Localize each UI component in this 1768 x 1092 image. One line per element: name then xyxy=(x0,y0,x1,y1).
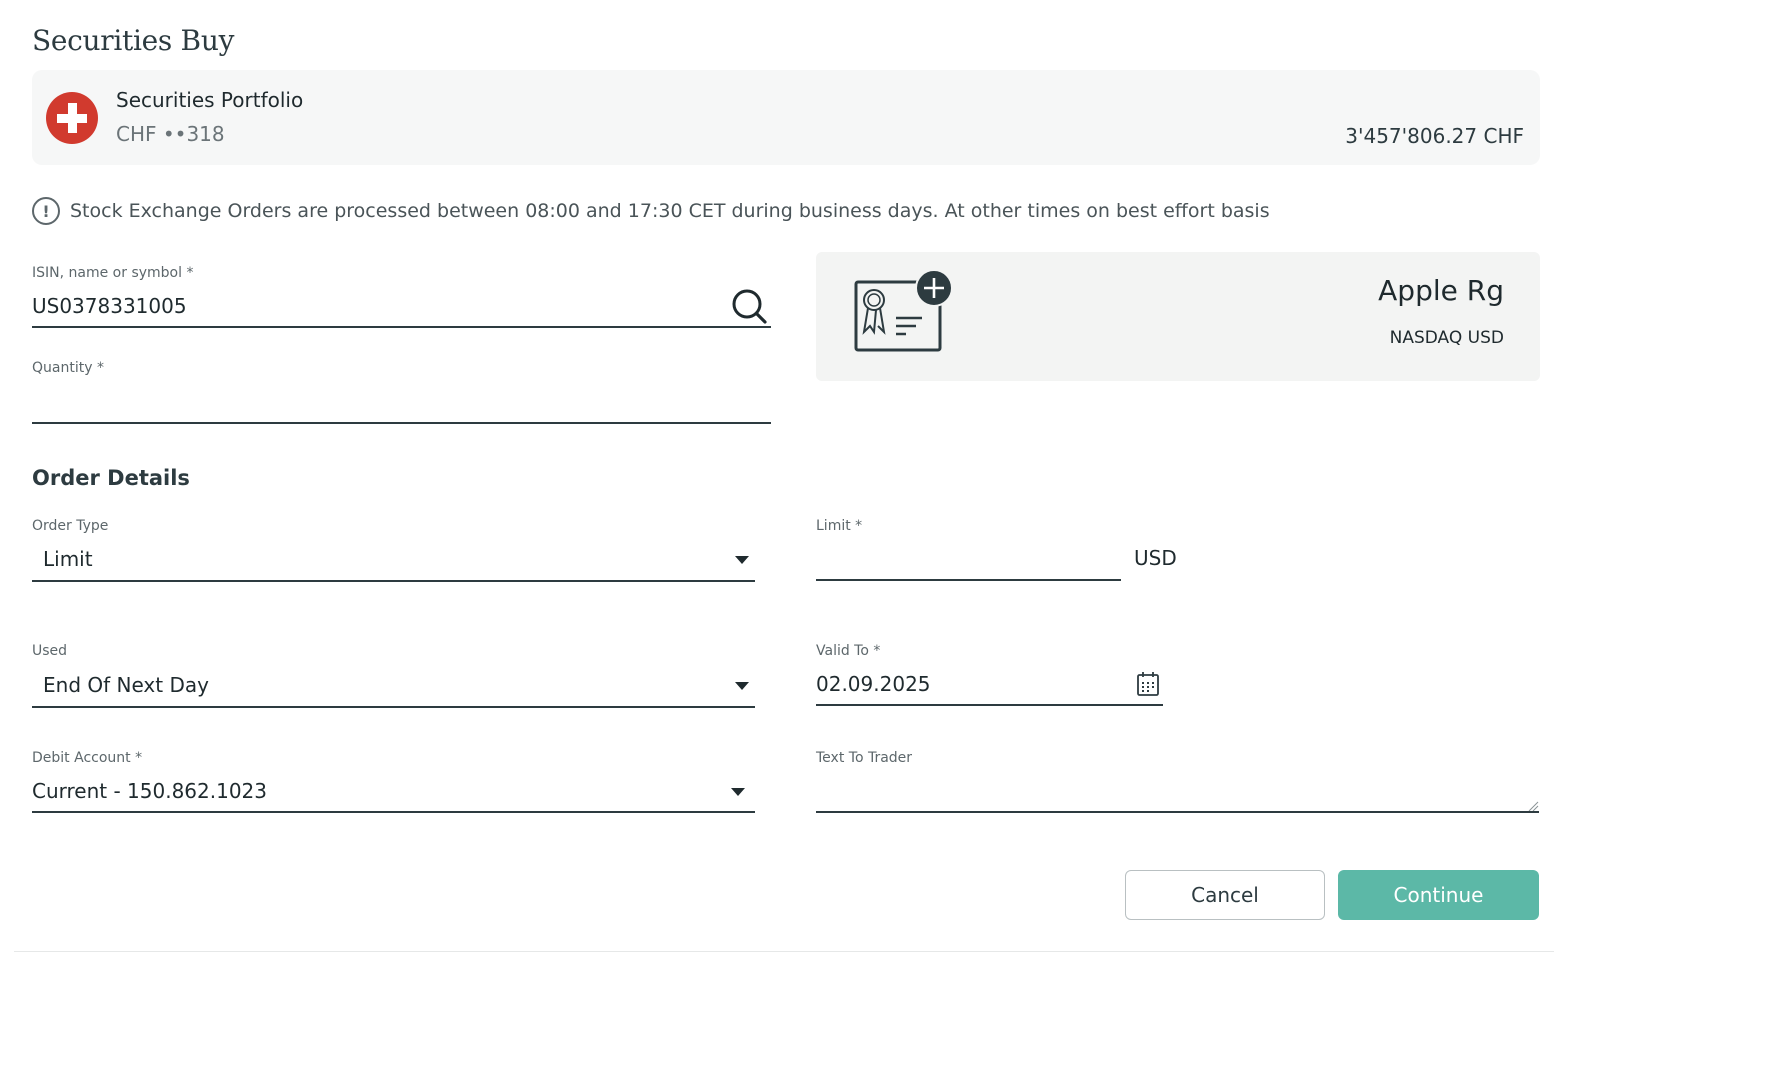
debit-account-label: Debit Account * xyxy=(32,750,142,766)
quantity-label: Quantity * xyxy=(32,360,104,376)
portfolio-name: Securities Portfolio xyxy=(116,88,304,112)
order-type-select[interactable]: Limit xyxy=(43,547,93,571)
used-label: Used xyxy=(32,643,68,659)
portfolio-balance: 3'457'806.27 CHF xyxy=(1345,124,1524,148)
used-underline xyxy=(32,706,755,708)
order-type-underline xyxy=(32,580,755,582)
portfolio-panel[interactable]: Securities Portfolio CHF ••318 3'457'806… xyxy=(32,70,1540,165)
text-to-trader-label: Text To Trader xyxy=(816,750,913,766)
limit-input[interactable] xyxy=(816,546,1120,576)
page-title: Securities Buy xyxy=(32,24,235,57)
search-icon[interactable] xyxy=(730,287,768,325)
instrument-name: Apple Rg xyxy=(1378,274,1504,307)
text-to-trader-textarea[interactable] xyxy=(816,776,1536,808)
isin-label: ISIN, name or symbol * xyxy=(32,265,193,281)
limit-underline xyxy=(816,579,1121,581)
required-mark: * xyxy=(855,518,863,534)
valid-to-label: Valid To * xyxy=(816,643,880,659)
debit-account-label-text: Debit Account xyxy=(32,750,131,766)
used-select[interactable]: End Of Next Day xyxy=(43,673,209,697)
quantity-label-text: Quantity xyxy=(32,360,93,376)
portfolio-account: CHF ••318 xyxy=(116,122,225,146)
quantity-input[interactable] xyxy=(32,386,771,418)
limit-label: Limit * xyxy=(816,518,862,534)
quantity-underline xyxy=(32,422,771,424)
valid-to-underline xyxy=(816,704,1163,706)
calendar-icon[interactable] xyxy=(1136,671,1160,697)
order-details-title: Order Details xyxy=(32,466,190,490)
isin-input[interactable]: US0378331005 xyxy=(32,294,187,318)
continue-button[interactable]: Continue xyxy=(1338,870,1539,920)
required-mark: * xyxy=(135,750,143,766)
limit-currency: USD xyxy=(1134,546,1177,570)
required-mark: * xyxy=(96,360,104,376)
cancel-button[interactable]: Cancel xyxy=(1125,870,1325,920)
instrument-card: Apple Rg NASDAQ USD xyxy=(816,252,1540,381)
chevron-down-icon[interactable] xyxy=(735,556,749,564)
valid-to-label-text: Valid To xyxy=(816,643,869,659)
order-type-label: Order Type xyxy=(32,518,109,534)
isin-label-text: ISIN, name or symbol xyxy=(32,265,183,281)
required-mark: * xyxy=(186,265,194,281)
text-to-trader-underline xyxy=(816,811,1539,813)
swiss-flag-icon xyxy=(46,92,98,144)
exclamation-circle-icon: ! xyxy=(32,197,60,225)
valid-to-input[interactable]: 02.09.2025 xyxy=(816,672,931,696)
isin-underline xyxy=(32,326,771,328)
debit-account-underline xyxy=(32,811,755,813)
processing-notice: ! Stock Exchange Orders are processed be… xyxy=(32,197,1270,225)
instrument-exchange: NASDAQ USD xyxy=(1389,328,1504,348)
limit-label-text: Limit xyxy=(816,518,851,534)
debit-account-select[interactable]: Current - 150.862.1023 xyxy=(32,779,267,803)
required-mark: * xyxy=(873,643,881,659)
chevron-down-icon[interactable] xyxy=(735,682,749,690)
notice-text: Stock Exchange Orders are processed betw… xyxy=(70,200,1270,222)
certificate-add-icon xyxy=(854,269,953,352)
chevron-down-icon[interactable] xyxy=(731,788,745,796)
